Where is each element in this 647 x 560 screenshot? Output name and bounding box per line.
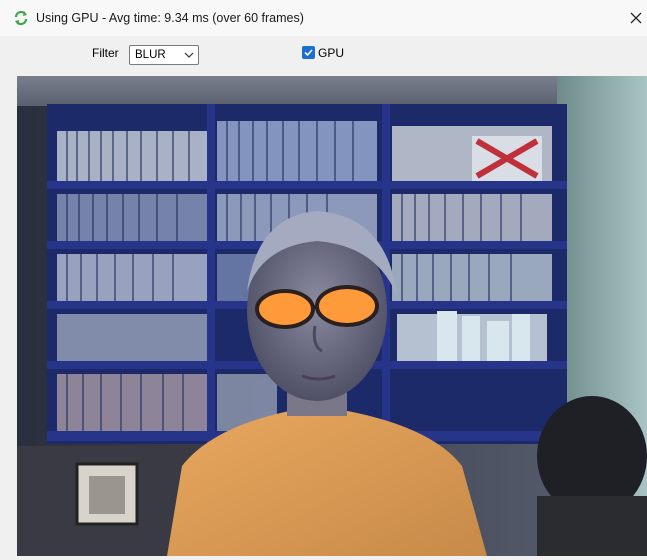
close-icon — [630, 12, 642, 24]
close-button[interactable] — [624, 8, 647, 28]
filter-select[interactable]: BLUR — [129, 45, 199, 65]
chevron-down-icon — [184, 52, 194, 58]
window-title: Using GPU - Avg time: 9.34 ms (over 60 f… — [36, 11, 304, 25]
gpu-checkbox-label[interactable]: GPU — [318, 46, 344, 60]
refresh-arrows-icon — [13, 10, 29, 26]
filter-select-value: BLUR — [135, 49, 166, 61]
checkmark-icon — [304, 49, 313, 57]
webcam-frame-image — [17, 76, 647, 556]
title-bar: Using GPU - Avg time: 9.34 ms (over 60 f… — [0, 0, 647, 36]
gpu-checkbox[interactable] — [302, 46, 315, 59]
video-preview — [17, 76, 647, 556]
toolbar: Filter BLUR GPU — [0, 36, 647, 72]
filter-label: Filter — [92, 46, 119, 60]
